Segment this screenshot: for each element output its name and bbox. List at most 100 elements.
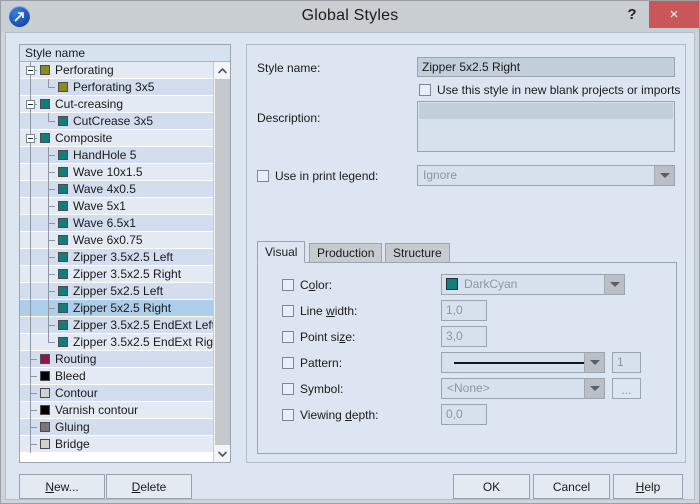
- description-field[interactable]: [417, 101, 675, 152]
- tree-guide-line: [30, 283, 31, 300]
- tree-item[interactable]: Wave 10x1.5: [20, 164, 213, 181]
- description-label: Description:: [257, 111, 320, 125]
- tree-guide-line: [30, 334, 31, 351]
- tree-guide-line: [48, 257, 55, 258]
- chevron-down-icon[interactable]: [604, 275, 624, 294]
- tree-item[interactable]: Perforating 3x5: [20, 79, 213, 96]
- line-width-field[interactable]: 1,0: [441, 300, 487, 321]
- tree-guide-line: [48, 121, 55, 122]
- color-checkbox[interactable]: [282, 279, 294, 291]
- tree-item[interactable]: Wave 5x1: [20, 198, 213, 215]
- style-color-swatch: [58, 337, 68, 347]
- color-value: DarkCyan: [464, 277, 517, 291]
- tree-scrollbar[interactable]: [213, 62, 230, 462]
- style-color-swatch: [40, 422, 50, 432]
- tree-guide-line: [48, 223, 55, 224]
- style-details-group: Style name: Zipper 5x2.5 Right Use this …: [246, 44, 686, 463]
- use-in-new-projects-checkbox[interactable]: [419, 84, 431, 96]
- titlebar-help-button[interactable]: ?: [617, 1, 647, 28]
- tree-guide-line: [48, 291, 55, 292]
- tree-item-label: Bleed: [55, 368, 86, 385]
- style-color-swatch: [58, 269, 68, 279]
- style-color-swatch: [58, 286, 68, 296]
- tree-guide-line: [30, 376, 37, 377]
- scroll-up-icon[interactable]: [214, 62, 230, 79]
- tree-item-label: Cut-creasing: [55, 96, 123, 113]
- symbol-combo[interactable]: <None>: [441, 378, 605, 399]
- tree-guide-line: [48, 240, 55, 241]
- tab-production[interactable]: Production: [309, 243, 382, 263]
- tree-item[interactable]: Zipper 3.5x2.5 EndExt Left: [20, 317, 213, 334]
- symbol-label: Symbol:: [300, 382, 343, 396]
- pattern-combo[interactable]: [441, 352, 605, 373]
- point-size-label: Point size:: [300, 330, 355, 344]
- symbol-checkbox[interactable]: [282, 383, 294, 395]
- pattern-checkbox[interactable]: [282, 357, 294, 369]
- ok-button[interactable]: OK: [453, 474, 530, 499]
- style-name-field[interactable]: Zipper 5x2.5 Right: [417, 57, 675, 77]
- tree-guide-line: [30, 198, 31, 215]
- tree-column-header: Style name: [20, 45, 230, 62]
- line-width-checkbox[interactable]: [282, 305, 294, 317]
- viewing-depth-field[interactable]: 0,0: [441, 404, 487, 425]
- tree-item-label: Gluing: [55, 419, 90, 436]
- point-size-field[interactable]: 3,0: [441, 326, 487, 347]
- tree-item[interactable]: Cut-creasing: [20, 96, 213, 113]
- style-tree-panel: Style name PerforatingPerforating 3x5Cut…: [19, 44, 231, 463]
- tree-item[interactable]: Wave 6x0.75: [20, 232, 213, 249]
- tree-item[interactable]: Zipper 5x2.5 Right: [20, 300, 213, 317]
- tree-item[interactable]: Wave 4x0.5: [20, 181, 213, 198]
- tree-item[interactable]: Routing: [20, 351, 213, 368]
- use-in-print-legend-checkbox[interactable]: [257, 170, 269, 182]
- color-label: Color:: [300, 278, 332, 292]
- line-width-label: Line width:: [300, 304, 357, 318]
- new-button[interactable]: New...: [19, 474, 105, 499]
- chevron-down-icon[interactable]: [584, 353, 604, 372]
- symbol-browse-button[interactable]: ...: [612, 378, 641, 399]
- tree-item[interactable]: Varnish contour: [20, 402, 213, 419]
- tree-expander-icon[interactable]: [26, 100, 35, 109]
- tree-item[interactable]: Gluing: [20, 419, 213, 436]
- tree-item[interactable]: Bridge: [20, 436, 213, 453]
- style-color-swatch: [40, 133, 50, 143]
- scrollbar-thumb[interactable]: [215, 79, 230, 445]
- close-icon[interactable]: ×: [649, 1, 699, 28]
- style-color-swatch: [40, 354, 50, 364]
- tree-item[interactable]: Zipper 3.5x2.5 Right: [20, 266, 213, 283]
- viewing-depth-checkbox[interactable]: [282, 409, 294, 421]
- tree-item[interactable]: Bleed: [20, 368, 213, 385]
- tree-item[interactable]: Wave 6.5x1: [20, 215, 213, 232]
- tree-item[interactable]: Contour: [20, 385, 213, 402]
- chevron-down-icon[interactable]: [654, 166, 674, 185]
- tree-item[interactable]: Zipper 3.5x2.5 EndExt Right: [20, 334, 213, 351]
- tree-item[interactable]: Composite: [20, 130, 213, 147]
- tab-visual[interactable]: Visual: [257, 241, 305, 263]
- tree-expander-icon[interactable]: [26, 134, 35, 143]
- tree-guide-line: [30, 113, 31, 130]
- style-tree-list[interactable]: PerforatingPerforating 3x5Cut-creasingCu…: [20, 62, 213, 462]
- scroll-down-icon[interactable]: [214, 445, 230, 462]
- viewing-depth-label: Viewing depth:: [300, 408, 379, 422]
- style-color-swatch: [58, 303, 68, 313]
- tree-guide-line: [48, 308, 55, 309]
- help-button[interactable]: Help: [613, 474, 683, 499]
- style-color-swatch: [40, 371, 50, 381]
- tree-item[interactable]: Zipper 3.5x2.5 Left: [20, 249, 213, 266]
- tree-expander-icon[interactable]: [26, 66, 35, 75]
- print-legend-combo[interactable]: Ignore: [417, 165, 675, 186]
- color-combo[interactable]: DarkCyan: [441, 274, 625, 295]
- tree-item[interactable]: Zipper 5x2.5 Left: [20, 283, 213, 300]
- tree-item[interactable]: Perforating: [20, 62, 213, 79]
- tree-item[interactable]: HandHole 5: [20, 147, 213, 164]
- tree-item[interactable]: CutCrease 3x5: [20, 113, 213, 130]
- tab-structure[interactable]: Structure: [385, 243, 450, 263]
- tree-guide-line: [30, 147, 31, 164]
- tree-guide-line: [30, 266, 31, 283]
- delete-button[interactable]: Delete: [106, 474, 192, 499]
- pattern-scale-field[interactable]: 1: [612, 352, 641, 373]
- style-name-label: Style name:: [257, 61, 320, 75]
- chevron-down-icon[interactable]: [584, 379, 604, 398]
- point-size-checkbox[interactable]: [282, 331, 294, 343]
- cancel-button[interactable]: Cancel: [533, 474, 610, 499]
- tree-item-label: Zipper 3.5x2.5 Left: [73, 249, 173, 266]
